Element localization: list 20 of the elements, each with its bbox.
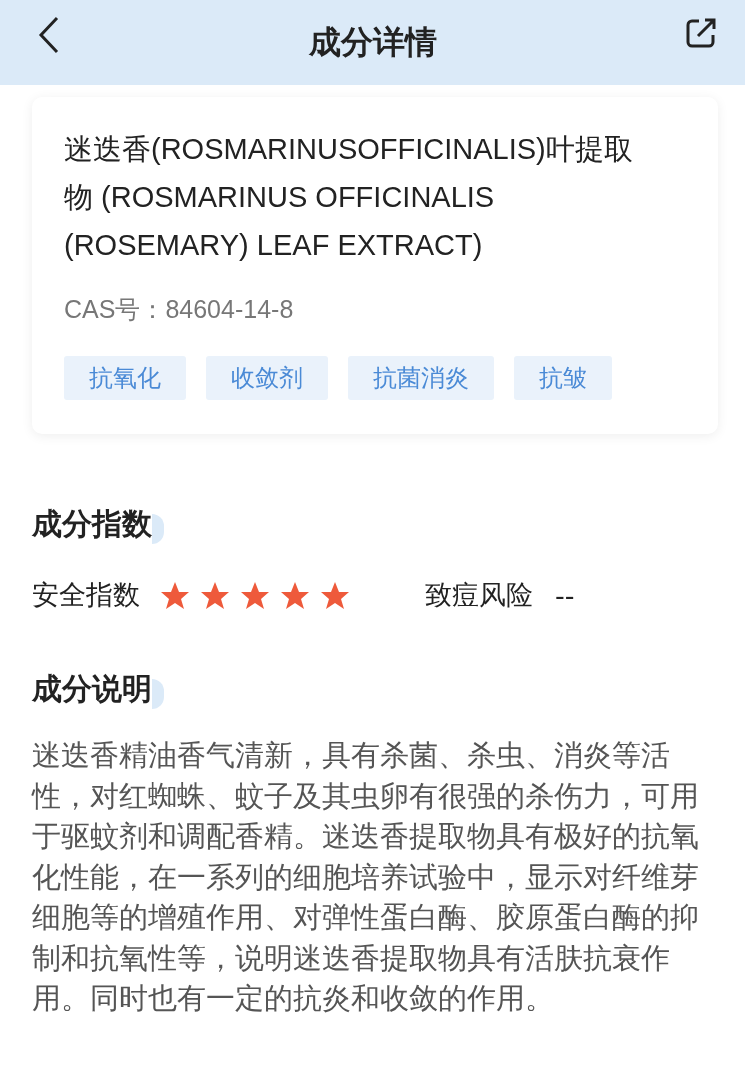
effect-tag: 抗氧化 <box>64 356 186 400</box>
star-icon <box>280 580 310 610</box>
description-text: 迷迭香精油香气清新，具有杀菌、杀虫、消炎等活性，对红蜘蛛、蚊子及其虫卵有很强的杀伤力，可用于驱蚊剂和调配香精。迷迭香提取物具有极好的抗氧化性能，在一系列的细胞培养试验中，显示对纤维芽细胞等的增殖作用、对弹性蛋白酶、胶原蛋白酶的抑制和抗氧性等，说明迷迭香提取物具有活肤抗衰作用。同时也有一定的抗炎和收敛的作用。 <box>32 738 700 1017</box>
acne-risk-label: 致痘风险 <box>425 578 533 612</box>
share-icon[interactable] <box>685 17 717 49</box>
star-icon <box>160 580 190 610</box>
back-icon[interactable] <box>38 16 60 54</box>
star-icon <box>320 580 350 610</box>
acne-risk-value: -- <box>555 579 575 611</box>
section-title: 成分指数 <box>32 506 152 541</box>
cas-number: CAS号：84604-14-8 <box>64 294 295 325</box>
section-title: 成分说明 <box>32 671 152 706</box>
effect-tag: 抗菌消炎 <box>348 356 494 400</box>
effect-tag: 抗皱 <box>514 356 612 400</box>
page-title: 成分详情 <box>308 21 437 63</box>
ingredient-name: 迷迭香(ROSMARINUSOFFICINALIS)叶提取物 (ROSMARINUS OFFICINALIS (ROSEMARY) LEAF EXTRACT) <box>64 132 634 263</box>
safety-label: 安全指数 <box>32 578 140 612</box>
star-icon <box>240 580 270 610</box>
effect-tag: 收敛剂 <box>206 356 328 400</box>
star-icon <box>200 580 230 610</box>
